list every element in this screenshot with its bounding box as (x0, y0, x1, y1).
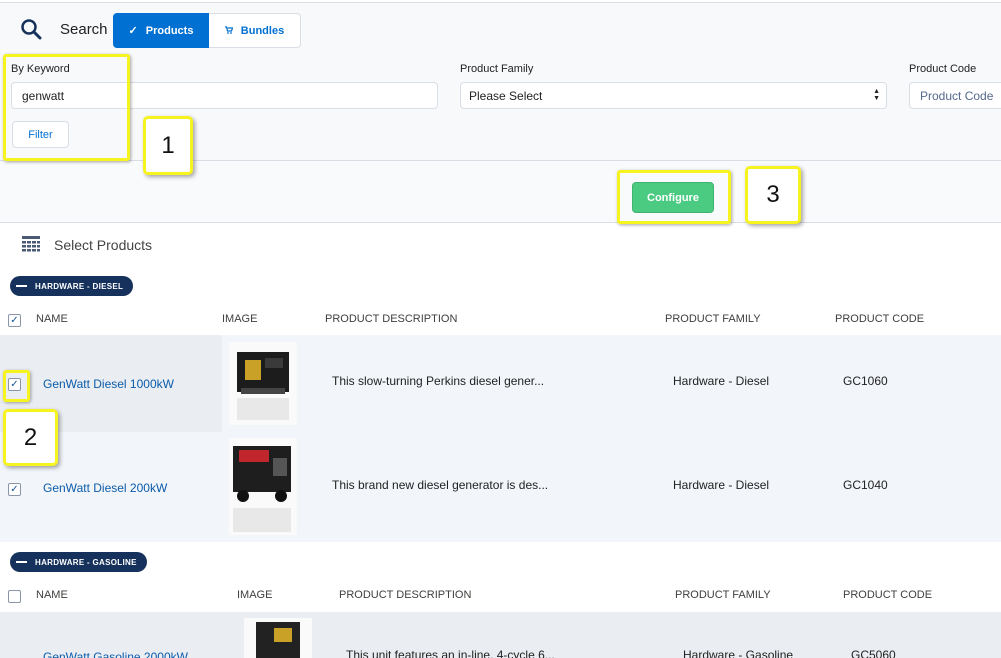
column-header-image: IMAGE (237, 589, 273, 601)
grid-icon (22, 236, 40, 252)
column-header-family: PRODUCT FAMILY (665, 313, 761, 325)
section-title: Select Products (54, 237, 153, 253)
group-label: HARDWARE - DIESEL (35, 281, 124, 291)
tab-products-label: Products (145, 24, 194, 37)
search-header: Search (20, 18, 108, 40)
product-description: This unit features an in-line, 4-cycle 6… (346, 648, 555, 658)
product-image (229, 438, 297, 535)
column-header-code: PRODUCT CODE (843, 589, 933, 601)
row-checkbox[interactable]: ✓ (8, 483, 21, 496)
product-family: Hardware - Gasoline (683, 648, 794, 658)
product-family-value: Please Select (469, 88, 543, 103)
minus-icon (16, 561, 27, 563)
product-family: Hardware - Diesel (673, 478, 770, 492)
search-tabs: ✓ Products Bundles (113, 13, 301, 48)
product-code-placeholder: Product Code (920, 88, 994, 103)
search-icon (21, 19, 42, 40)
product-code: GC5060 (851, 648, 896, 658)
product-family-select[interactable]: Please Select ▲ ▼ (460, 82, 887, 109)
callout-number-3: 3 (745, 166, 801, 224)
product-code-input[interactable]: Product Code (909, 82, 1001, 109)
tab-products[interactable]: ✓ Products (113, 13, 209, 48)
highlight-keyword-filter (3, 54, 130, 161)
select-products-header: Select Products (22, 236, 152, 254)
product-family-label: Product Family (460, 63, 534, 75)
callout-number-2: 2 (3, 409, 58, 466)
minus-icon (16, 285, 27, 287)
select-all-diesel-checkbox[interactable]: ✓ (8, 314, 21, 327)
product-name-link[interactable]: GenWatt Gasoline 2000kW (43, 650, 188, 658)
highlight-row-checkbox (3, 370, 30, 402)
select-all-gasoline-checkbox[interactable] (8, 590, 21, 603)
column-header-description: PRODUCT DESCRIPTION (325, 313, 458, 325)
group-label: HARDWARE - GASOLINE (35, 557, 137, 567)
cart-icon (224, 25, 234, 37)
group-toggle-diesel[interactable]: HARDWARE - DIESEL (10, 276, 134, 296)
product-image (229, 342, 297, 425)
product-code: GC1060 (843, 374, 888, 388)
highlight-configure-button (617, 170, 731, 224)
product-family: Hardware - Diesel (673, 374, 770, 388)
product-description: This brand new diesel generator is des..… (332, 478, 549, 492)
product-description: This slow-turning Perkins diesel gener..… (332, 374, 545, 388)
callout-number-1: 1 (143, 116, 193, 175)
tab-bundles-label: Bundles (240, 24, 285, 37)
product-code: GC1040 (843, 478, 888, 492)
column-header-name: NAME (36, 313, 68, 325)
column-header-code: PRODUCT CODE (835, 313, 925, 325)
select-arrows-icon: ▲ ▼ (873, 88, 880, 102)
product-code-label: Product Code (909, 63, 977, 75)
group-toggle-gasoline[interactable]: HARDWARE - GASOLINE (10, 552, 147, 572)
product-name-link[interactable]: GenWatt Diesel 200kW (43, 481, 167, 495)
product-image (244, 618, 312, 658)
check-icon: ✓ (128, 25, 138, 37)
column-header-name: NAME (36, 589, 68, 601)
search-label: Search (60, 20, 108, 38)
product-name-link[interactable]: GenWatt Diesel 1000kW (43, 377, 174, 391)
column-header-image: IMAGE (222, 313, 258, 325)
tab-bundles[interactable]: Bundles (209, 13, 301, 48)
column-header-family: PRODUCT FAMILY (675, 589, 771, 601)
column-header-description: PRODUCT DESCRIPTION (339, 589, 472, 601)
